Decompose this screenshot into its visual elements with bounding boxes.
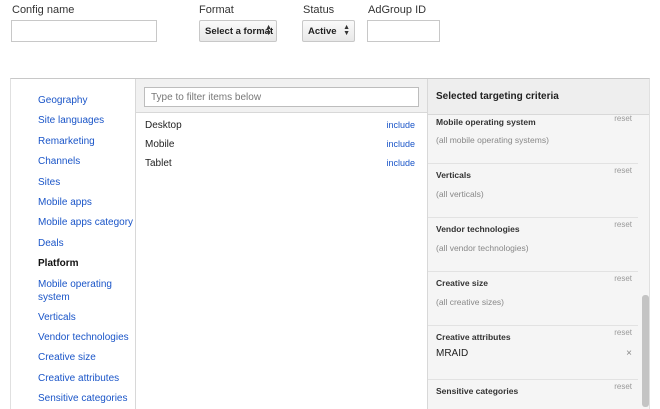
criteria-placeholder: (all mobile operating systems) xyxy=(436,135,549,145)
config-name-label: Config name xyxy=(12,4,75,16)
sidebar-item-geography[interactable]: Geography xyxy=(11,94,135,114)
format-select[interactable]: Select a format ▲ ▼ xyxy=(199,20,277,42)
criteria-placeholder: (all verticals) xyxy=(436,189,484,199)
criteria-section: Sensitive categories reset xyxy=(428,380,638,409)
item-label: Desktop xyxy=(145,120,182,131)
reset-link[interactable]: reset xyxy=(614,328,632,337)
status-select-value: Active xyxy=(308,25,337,37)
format-label: Format xyxy=(199,4,234,16)
selected-criteria-column: Selected targeting criteria Mobile opera… xyxy=(427,79,649,409)
item-label: Mobile xyxy=(145,139,175,150)
sidebar-item-creative-size[interactable]: Creative size xyxy=(11,351,135,371)
selected-criteria-title: Selected targeting criteria xyxy=(428,79,649,115)
criteria-title: Creative size xyxy=(436,278,488,288)
item-label: Tablet xyxy=(145,158,172,169)
sidebar-item-sites[interactable]: Sites xyxy=(11,176,135,196)
criteria-value: MRAID xyxy=(436,348,469,359)
sidebar-item-mobile-apps-category[interactable]: Mobile apps category xyxy=(11,216,135,236)
format-select-value: Select a format xyxy=(205,25,274,37)
list-item: Tablet include xyxy=(145,158,415,169)
items-column: Desktop include Mobile include Tablet in… xyxy=(136,79,427,409)
sidebar-item-site-languages[interactable]: Site languages xyxy=(11,114,135,134)
criteria-title: Mobile operating system xyxy=(436,117,536,127)
criteria-title: Sensitive categories xyxy=(436,386,519,396)
select-arrows-icon: ▲ ▼ xyxy=(265,24,272,37)
list-item: Desktop include xyxy=(145,120,415,131)
include-link[interactable]: include xyxy=(386,139,415,149)
criteria-title: Creative attributes xyxy=(436,332,511,342)
criteria-section: Creative size reset (all creative sizes) xyxy=(428,272,638,326)
config-name-input[interactable] xyxy=(11,20,157,42)
sidebar-item-deals[interactable]: Deals xyxy=(11,237,135,257)
sidebar-item-mobile-operating-system[interactable]: Mobile operating system xyxy=(11,278,121,311)
sidebar-item-verticals[interactable]: Verticals xyxy=(11,311,135,331)
sidebar-item-platform[interactable]: Platform xyxy=(11,257,135,277)
criteria-section: Creative attributes reset MRAID × xyxy=(428,326,638,380)
list-item: Mobile include xyxy=(145,139,415,150)
adgroup-id-label: AdGroup ID xyxy=(368,4,427,16)
filter-items-input[interactable] xyxy=(144,87,419,107)
targeting-panel: Geography Site languages Remarketing Channe… xyxy=(10,78,650,409)
sidebar-item-mobile-apps[interactable]: Mobile apps xyxy=(11,196,135,216)
criteria-placeholder: (all creative sizes) xyxy=(436,297,505,307)
include-link[interactable]: include xyxy=(386,158,415,168)
criteria-section: Mobile operating system reset (all mobil… xyxy=(428,114,638,164)
remove-icon[interactable]: × xyxy=(626,348,632,359)
filter-bar xyxy=(136,79,427,113)
criteria-title: Vendor technologies xyxy=(436,224,520,234)
sidebar-item-vendor-technologies[interactable]: Vendor technologies xyxy=(11,331,135,351)
sidebar-item-remarketing[interactable]: Remarketing xyxy=(11,135,135,155)
reset-link[interactable]: reset xyxy=(614,220,632,229)
include-link[interactable]: include xyxy=(386,120,415,130)
criteria-placeholder: (all vendor technologies) xyxy=(436,243,529,253)
sidebar-item-sensitive-categories[interactable]: Sensitive categories xyxy=(11,392,135,409)
select-arrows-icon: ▲ ▼ xyxy=(343,24,350,37)
reset-link[interactable]: reset xyxy=(614,382,632,391)
sidebar-item-creative-attributes[interactable]: Creative attributes xyxy=(11,372,135,392)
reset-link[interactable]: reset xyxy=(614,166,632,175)
reset-link[interactable]: reset xyxy=(614,114,632,123)
targeting-category-list: Geography Site languages Remarketing Channe… xyxy=(11,79,136,409)
status-select[interactable]: Active ▲ ▼ xyxy=(302,20,355,42)
criteria-title: Verticals xyxy=(436,170,471,180)
status-label: Status xyxy=(303,4,335,16)
sidebar-item-channels[interactable]: Channels xyxy=(11,155,135,175)
adgroup-id-input[interactable] xyxy=(367,20,440,42)
criteria-section: Verticals reset (all verticals) xyxy=(428,164,638,218)
criteria-section: Vendor technologies reset (all vendor te… xyxy=(428,218,638,272)
reset-link[interactable]: reset xyxy=(614,274,632,283)
scrollbar-thumb[interactable] xyxy=(642,295,649,407)
